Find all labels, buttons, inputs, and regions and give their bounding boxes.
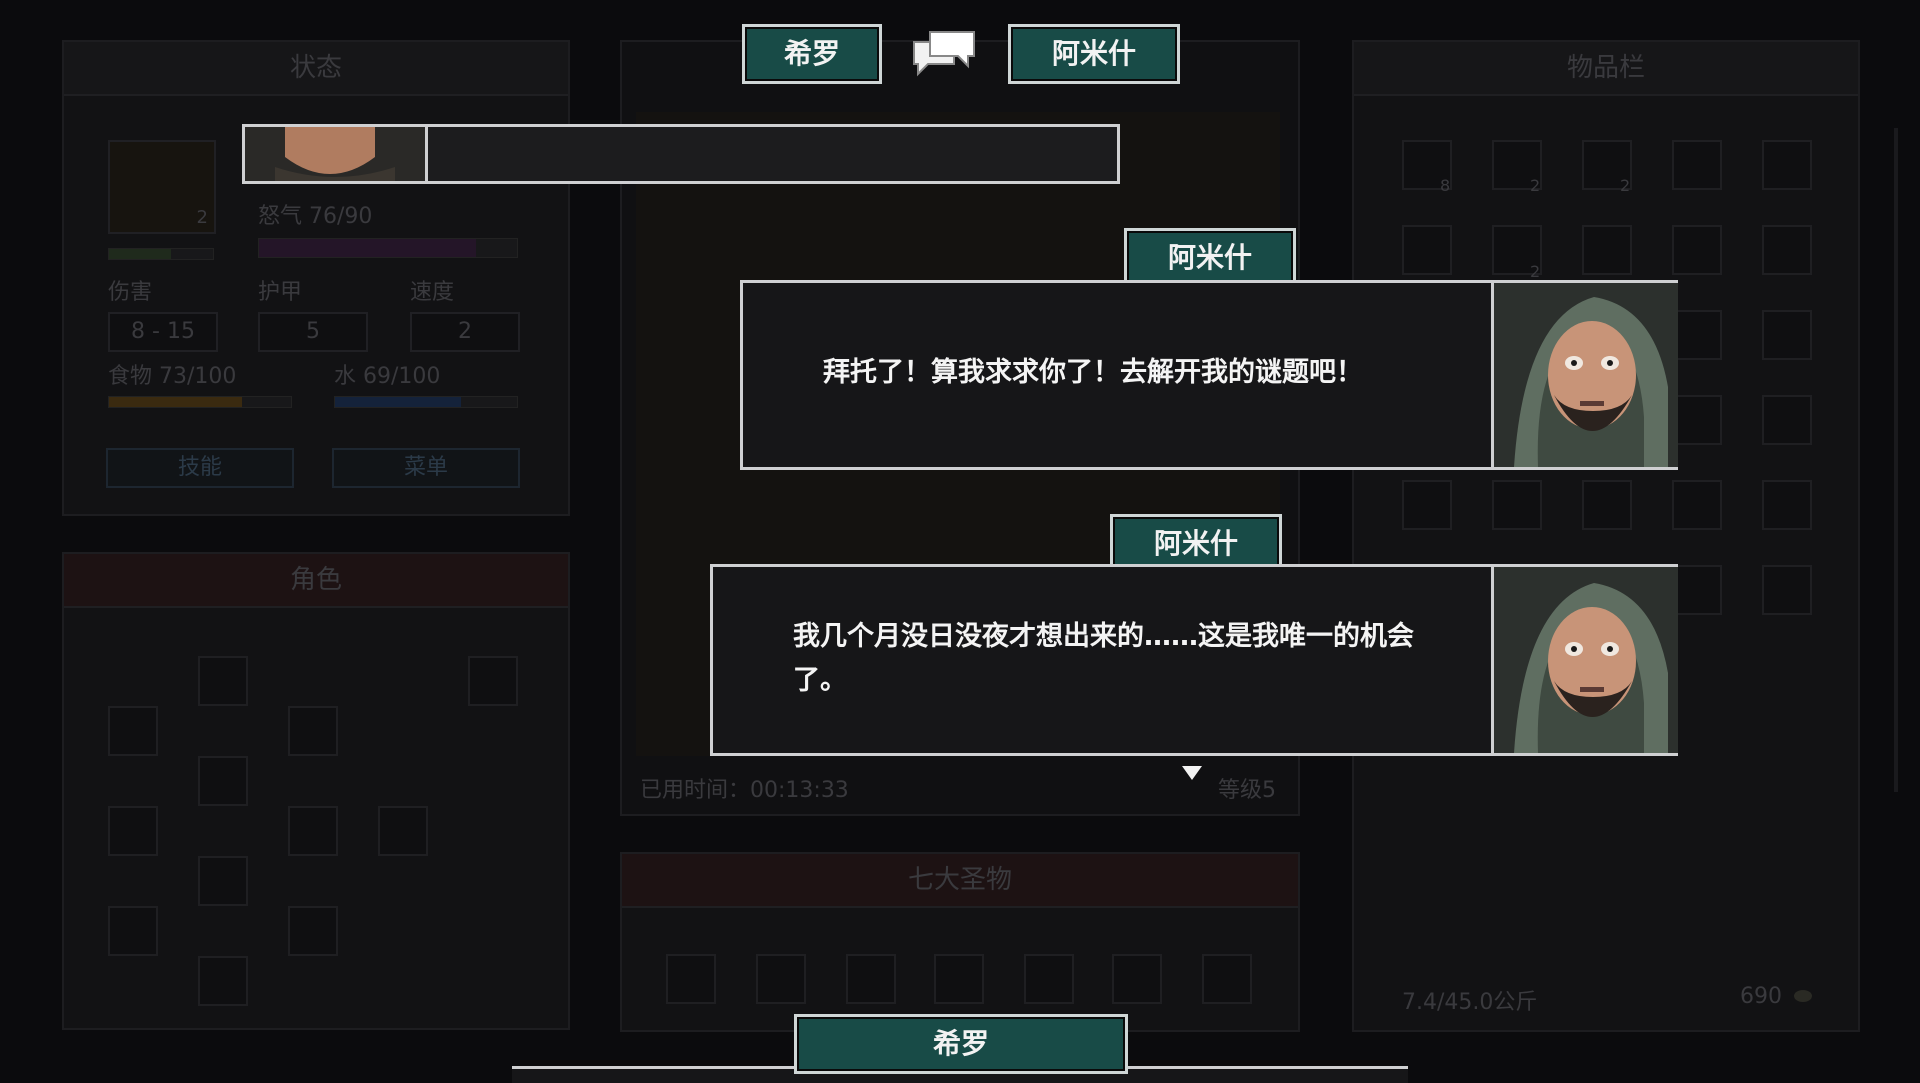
- speaker-tag-left: 希罗: [742, 24, 882, 84]
- speech-bubbles-icon: [904, 26, 984, 84]
- inventory-count: 2: [1530, 176, 1541, 195]
- inventory-panel-title: 物品栏: [1354, 42, 1858, 96]
- inventory-slot[interactable]: [1672, 395, 1722, 445]
- speaker-portrait-amish: [1491, 283, 1678, 467]
- inventory-slot[interactable]: [1402, 480, 1452, 530]
- equip-slot-head[interactable]: [198, 656, 248, 706]
- food-bar: [108, 396, 292, 408]
- equip-slot-left-hand[interactable]: [108, 706, 158, 756]
- relics-panel: 七大圣物: [620, 852, 1300, 1032]
- equip-slot-ring[interactable]: [468, 656, 518, 706]
- water-label: 水 69/100: [334, 364, 441, 389]
- elapsed-time: 已用时间：00:13:33: [640, 778, 849, 803]
- inventory-slot[interactable]: [1762, 480, 1812, 530]
- stat-value-armor: 5: [258, 312, 368, 352]
- previous-speaker-portrait: [245, 127, 428, 181]
- equip-slot-extra[interactable]: [378, 806, 428, 856]
- equip-slot-offhand[interactable]: [288, 806, 338, 856]
- inventory-count: 2: [1530, 262, 1541, 281]
- equip-slot-amulet[interactable]: [288, 706, 338, 756]
- continue-arrow-icon[interactable]: [1180, 764, 1204, 782]
- equip-slot-belt[interactable]: [198, 856, 248, 906]
- water-bar: [334, 396, 518, 408]
- gold-amount: 690: [1740, 984, 1782, 1009]
- inventory-slot[interactable]: [1402, 225, 1452, 275]
- inventory-count: 8: [1440, 176, 1451, 195]
- skills-button[interactable]: 技能: [106, 448, 294, 488]
- inventory-slot[interactable]: [1762, 140, 1812, 190]
- rage-bar: [258, 238, 518, 258]
- previous-dialogue-box: [242, 124, 1120, 184]
- inventory-scrollbar[interactable]: [1894, 128, 1898, 792]
- stat-label-armor: 护甲: [258, 280, 303, 305]
- player-avatar: 2: [108, 140, 216, 234]
- character-panel-title: 角色: [64, 554, 568, 608]
- relics-panel-title: 七大圣物: [622, 854, 1298, 908]
- floor-level: 等级5: [1218, 778, 1276, 803]
- speaker-tag-right: 阿米什: [1008, 24, 1180, 84]
- inventory-slot[interactable]: [1672, 565, 1722, 615]
- inventory-slot[interactable]: [1492, 480, 1542, 530]
- dialogue-1-speaker-tag: 阿米什: [1124, 228, 1296, 288]
- stat-label-speed: 速度: [410, 280, 455, 305]
- inventory-slot[interactable]: [1762, 565, 1812, 615]
- dialogue-box-2: 我几个月没日没夜才想出来的……这是我唯一的机会了。: [710, 564, 1678, 756]
- bottom-speaker-tag: 希罗: [794, 1014, 1128, 1074]
- inventory-slot[interactable]: [1672, 480, 1722, 530]
- equip-slot-body[interactable]: [198, 756, 248, 806]
- speaker-portrait-amish: [1491, 567, 1678, 753]
- equip-slot-weapon[interactable]: [108, 806, 158, 856]
- inventory-slot[interactable]: [1672, 310, 1722, 360]
- relic-slot[interactable]: [846, 954, 896, 1004]
- inventory-slot[interactable]: [1582, 480, 1632, 530]
- stat-value-damage: 8 - 15: [108, 312, 218, 352]
- inventory-slot[interactable]: [1762, 225, 1812, 275]
- relic-slot[interactable]: [666, 954, 716, 1004]
- player-hp-bar: [108, 248, 214, 260]
- stat-label-damage: 伤害: [108, 280, 153, 305]
- stat-value-speed: 2: [410, 312, 520, 352]
- relic-slot[interactable]: [756, 954, 806, 1004]
- equip-slot-shield[interactable]: [288, 906, 338, 956]
- equip-slot-gloves[interactable]: [108, 906, 158, 956]
- relic-slot[interactable]: [1202, 954, 1252, 1004]
- relic-slot[interactable]: [1024, 954, 1074, 1004]
- menu-button[interactable]: 菜单: [332, 448, 520, 488]
- player-level-badge: 2: [196, 207, 208, 228]
- relic-slot[interactable]: [934, 954, 984, 1004]
- carry-weight: 7.4/45.0公斤: [1402, 990, 1538, 1015]
- character-panel: 角色: [62, 552, 570, 1030]
- rage-label: 怒气 76/90: [258, 204, 373, 229]
- dialogue-box-1: 拜托了！算我求求你了！去解开我的谜题吧！: [740, 280, 1678, 470]
- inventory-slot[interactable]: [1582, 225, 1632, 275]
- inventory-slot[interactable]: [1672, 140, 1722, 190]
- dialogue-1-text: 拜托了！算我求求你了！去解开我的谜题吧！: [823, 357, 1363, 388]
- inventory-slot[interactable]: [1762, 395, 1812, 445]
- inventory-count: 2: [1620, 176, 1631, 195]
- food-label: 食物 73/100: [108, 364, 237, 389]
- dialogue-2-text: 我几个月没日没夜才想出来的……这是我唯一的机会了。: [793, 621, 1414, 696]
- inventory-slot[interactable]: [1672, 225, 1722, 275]
- status-panel-title: 状态: [64, 42, 568, 96]
- inventory-slot[interactable]: [1762, 310, 1812, 360]
- relic-slot[interactable]: [1112, 954, 1162, 1004]
- coin-icon: [1794, 990, 1812, 1002]
- equip-slot-boots[interactable]: [198, 956, 248, 1006]
